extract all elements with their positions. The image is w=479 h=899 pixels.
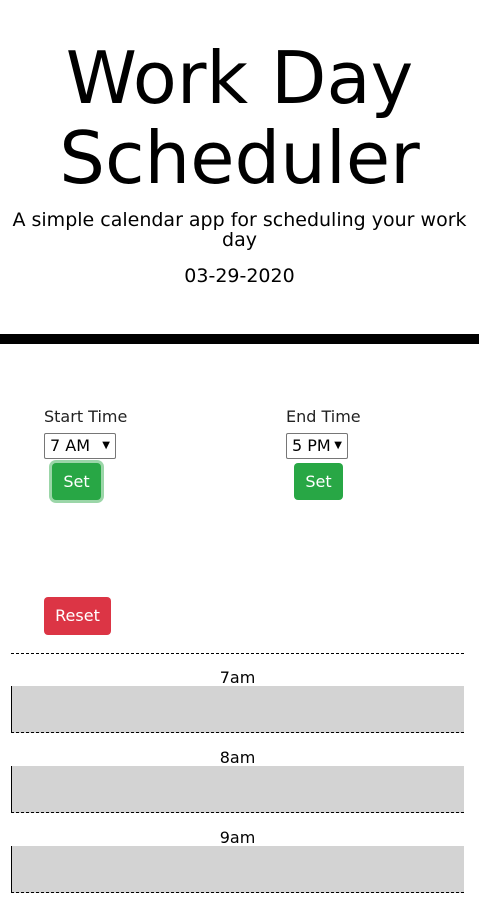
end-time-selected: 5 PM xyxy=(292,436,331,455)
current-date: 03-29-2020 xyxy=(184,265,295,287)
page-title: Work Day Scheduler xyxy=(0,38,479,198)
start-time-label: Start Time xyxy=(44,407,128,426)
time-block-9am[interactable] xyxy=(11,846,464,893)
title-line-2: Scheduler xyxy=(59,116,420,200)
set-end-time-button[interactable]: Set xyxy=(294,463,343,500)
hour-label-9am: 9am xyxy=(219,828,256,847)
start-time-selected: 7 AM xyxy=(50,436,91,455)
time-block-8am[interactable] xyxy=(11,766,464,813)
time-block-7am[interactable] xyxy=(11,686,464,733)
reset-button[interactable]: Reset xyxy=(44,597,111,635)
chevron-down-icon: ▼ xyxy=(102,440,110,451)
end-time-select[interactable]: 5 PM ▼ xyxy=(286,433,348,459)
title-line-1: Work Day xyxy=(65,36,414,120)
hour-label-8am: 8am xyxy=(219,748,256,767)
page-subtitle: A simple calendar app for scheduling you… xyxy=(12,209,467,251)
start-time-control: Start Time xyxy=(44,407,127,427)
header-divider xyxy=(0,334,479,344)
hour-label-7am: 7am xyxy=(219,668,256,687)
chevron-down-icon: ▼ xyxy=(334,440,342,451)
set-start-time-button[interactable]: Set xyxy=(52,463,101,500)
timeline-top-divider xyxy=(11,653,464,654)
start-time-select[interactable]: 7 AM ▼ xyxy=(44,433,116,459)
end-time-label: End Time xyxy=(286,407,361,426)
header: Work Day Scheduler A simple calendar app… xyxy=(0,0,479,334)
end-time-control: End Time xyxy=(286,407,361,427)
